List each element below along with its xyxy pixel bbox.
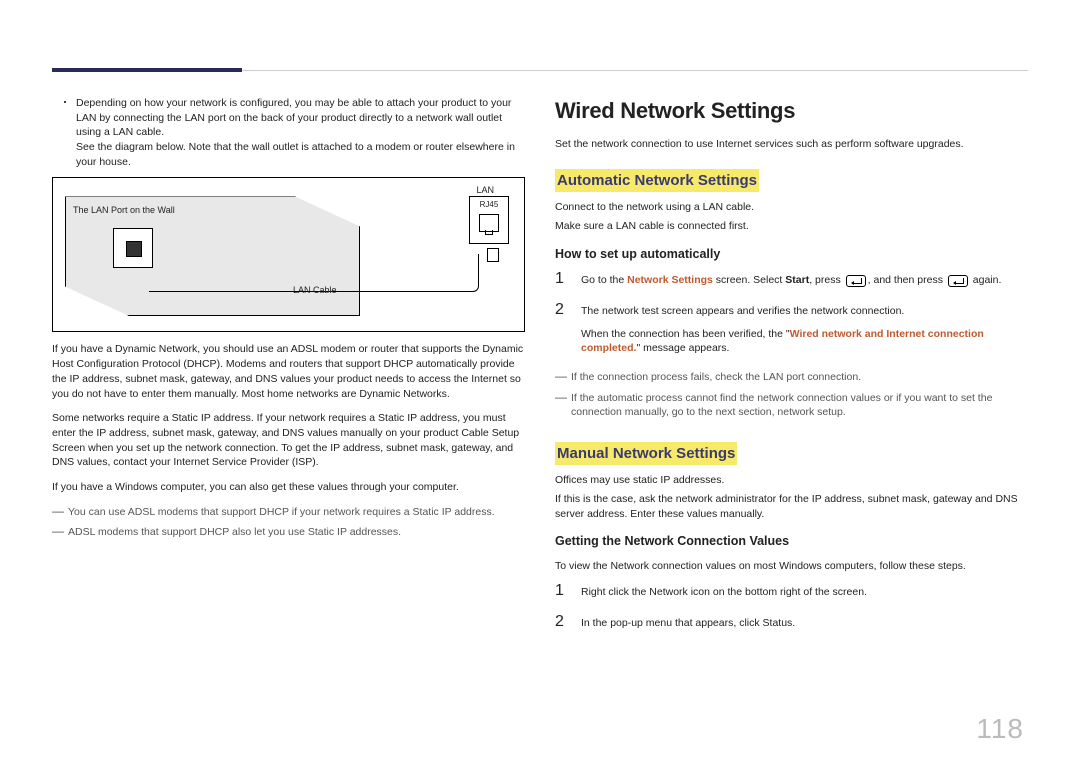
- step-item: 2 In the pop-up menu that appears, click…: [555, 614, 1028, 631]
- text-line: Make sure a LAN cable is connected first…: [555, 219, 1028, 234]
- text-line: To view the Network connection values on…: [555, 559, 1028, 574]
- t: When the connection has been verified, t…: [581, 328, 790, 340]
- step-item: 2 The network test screen appears and ve…: [555, 302, 1028, 356]
- diagram-wallplate-icon: [113, 228, 153, 268]
- footnote-text: If the automatic process cannot find the…: [571, 391, 1028, 420]
- diagram-lan-label: LAN: [476, 184, 494, 197]
- section-intro: Set the network connection to use Intern…: [555, 137, 1028, 152]
- footnote: ― If the automatic process cannot find t…: [555, 391, 1028, 420]
- diagram-cable-label: LAN Cable: [293, 284, 337, 297]
- bold-text: Start: [785, 274, 809, 286]
- left-column: Depending on how your network is configu…: [52, 96, 525, 723]
- bullet-dot-icon: [64, 101, 66, 103]
- dash-icon: ―: [555, 370, 567, 385]
- bullet-text: Depending on how your network is configu…: [76, 96, 525, 169]
- diagram-plug-icon: [487, 248, 499, 262]
- t: , press: [809, 274, 843, 286]
- footnote-text: You can use ADSL modems that support DHC…: [68, 505, 525, 520]
- lan-diagram: LAN RJ45 The LAN Port on the Wall LAN Ca…: [52, 177, 525, 332]
- dash-icon: ―: [555, 391, 567, 420]
- footnote: ― You can use ADSL modems that support D…: [52, 505, 525, 520]
- footnote-text: If the connection process fails, check t…: [571, 370, 1028, 385]
- footnote: ― ADSL modems that support DHCP also let…: [52, 525, 525, 540]
- diagram-rj45-box: RJ45: [469, 196, 509, 244]
- t: " message appears.: [636, 342, 729, 354]
- bullet-sub: See the diagram below. Note that the wal…: [76, 141, 515, 168]
- text-line: Connect to the network using a LAN cable…: [555, 200, 1028, 215]
- dash-icon: ―: [52, 525, 64, 540]
- subsection-heading-manual: Manual Network Settings: [555, 442, 737, 465]
- diagram-rj45-label: RJ45: [480, 200, 499, 209]
- right-column: Wired Network Settings Set the network c…: [555, 96, 1028, 723]
- bullet-item: Depending on how your network is configu…: [52, 96, 525, 169]
- t: again.: [970, 274, 1002, 286]
- howto-heading: How to set up automatically: [555, 246, 1028, 264]
- step-number: 2: [555, 302, 569, 356]
- step-item: 1 Right click the Network icon on the bo…: [555, 583, 1028, 600]
- paragraph: Some networks require a Static IP addres…: [52, 411, 525, 470]
- bullet-main: Depending on how your network is configu…: [76, 97, 511, 138]
- page-number: 118: [976, 713, 1024, 745]
- header-rule-accent: [52, 68, 242, 72]
- step-body: In the pop-up menu that appears, click S…: [581, 614, 1028, 631]
- step-number: 1: [555, 583, 569, 600]
- step-item: 1 Go to the Network Settings screen. Sel…: [555, 271, 1028, 288]
- step-number: 2: [555, 614, 569, 631]
- howto-heading: Getting the Network Connection Values: [555, 533, 1028, 551]
- step-number: 1: [555, 271, 569, 288]
- text-line: If this is the case, ask the network adm…: [555, 492, 1028, 521]
- subsection-heading-auto: Automatic Network Settings: [555, 169, 759, 192]
- text-line: Offices may use static IP addresses.: [555, 473, 1028, 488]
- t: Go to the: [581, 274, 627, 286]
- step-line: The network test screen appears and veri…: [581, 304, 1028, 319]
- step-body: The network test screen appears and veri…: [581, 302, 1028, 356]
- enter-button-icon: [846, 275, 866, 287]
- section-heading: Wired Network Settings: [555, 96, 1028, 127]
- step-body: Go to the Network Settings screen. Selec…: [581, 271, 1028, 288]
- footnote-text: ADSL modems that support DHCP also let y…: [68, 525, 525, 540]
- dash-icon: ―: [52, 505, 64, 520]
- paragraph: If you have a Windows computer, you can …: [52, 480, 525, 495]
- footnote: ― If the connection process fails, check…: [555, 370, 1028, 385]
- enter-button-icon: [948, 275, 968, 287]
- paragraph: If you have a Dynamic Network, you shoul…: [52, 342, 525, 401]
- diagram-wall-label: The LAN Port on the Wall: [73, 204, 175, 217]
- t: screen. Select: [713, 274, 785, 286]
- t: , and then press: [868, 274, 946, 286]
- accent-text: Network Settings: [627, 274, 713, 286]
- step-body: Right click the Network icon on the bott…: [581, 583, 1028, 600]
- rj45-port-icon: [479, 214, 499, 232]
- page-content: Depending on how your network is configu…: [52, 96, 1028, 723]
